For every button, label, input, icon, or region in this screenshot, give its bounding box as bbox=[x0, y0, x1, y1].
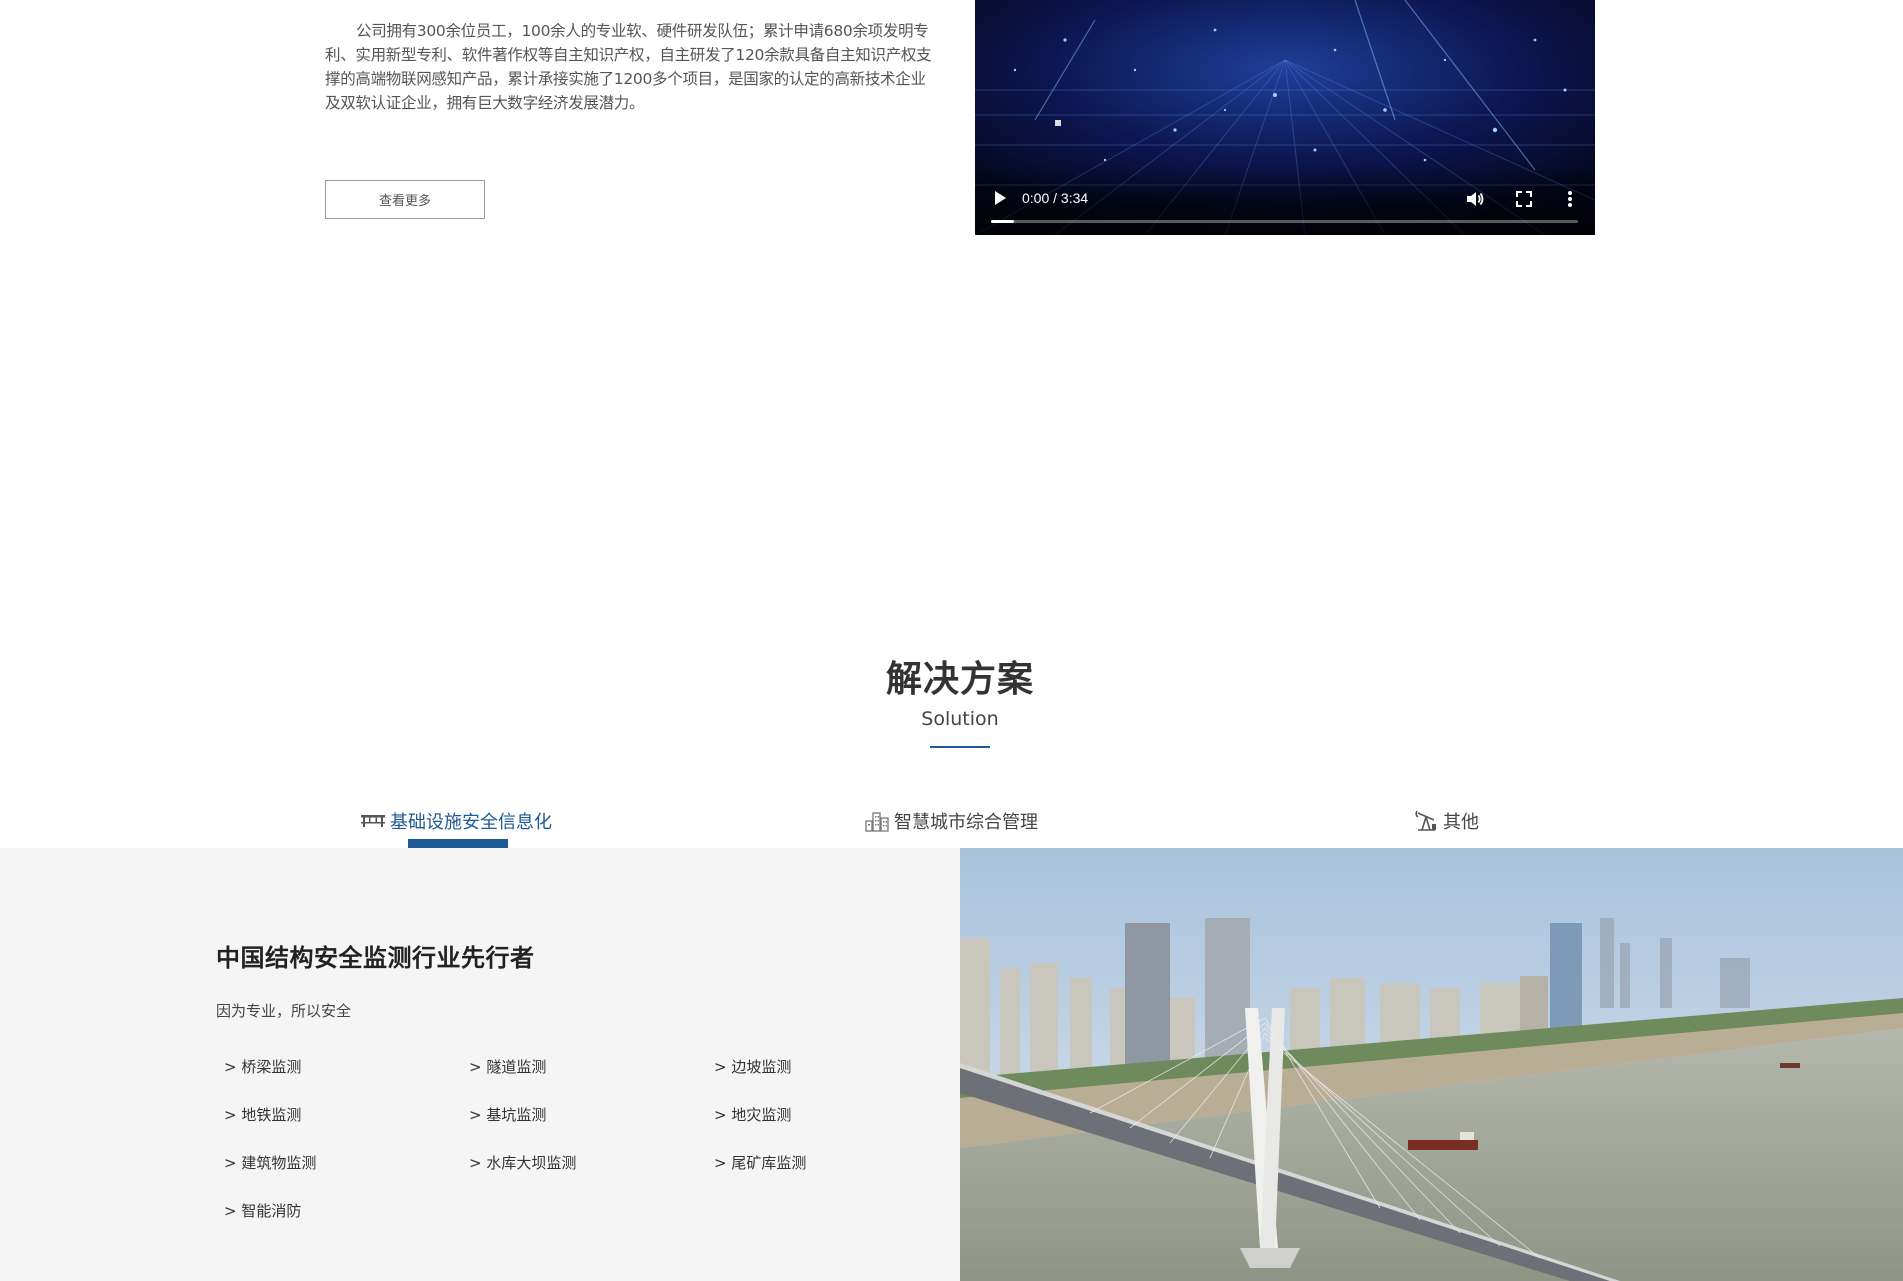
tab-smart-city[interactable]: 智慧城市综合管理 bbox=[864, 806, 1038, 836]
link-smart-fire-protection[interactable]: > 智能消防 bbox=[224, 1200, 469, 1222]
tab-smart-city-label: 智慧城市综合管理 bbox=[894, 812, 1038, 833]
more-options-icon[interactable] bbox=[1565, 189, 1575, 209]
link-tailings-monitoring[interactable]: > 尾矿库监测 bbox=[714, 1152, 959, 1174]
page: 公司拥有300余位员工，100余人的专业软、硬件研发队伍；累计申请680余项发明… bbox=[0, 0, 1903, 1281]
title-underline bbox=[930, 746, 990, 748]
link-slope-monitoring[interactable]: > 边坡监测 bbox=[714, 1056, 959, 1078]
fullscreen-icon[interactable] bbox=[1515, 190, 1533, 208]
link-bridge-monitoring[interactable]: > 桥梁监测 bbox=[224, 1056, 469, 1078]
link-building-monitoring[interactable]: > 建筑物监测 bbox=[224, 1152, 469, 1174]
link-dam-monitoring[interactable]: > 水库大坝监测 bbox=[469, 1152, 714, 1174]
video-progress-bar[interactable] bbox=[991, 220, 1578, 223]
section-title: 解决方案 bbox=[885, 659, 1034, 700]
play-icon[interactable] bbox=[993, 190, 1007, 206]
panel-tagline: 因为专业，所以安全 bbox=[216, 1002, 352, 1020]
tab-infrastructure[interactable]: 基础设施安全信息化 bbox=[360, 806, 552, 836]
video-time: 0:00 / 3:34 bbox=[1022, 190, 1089, 206]
city-buildings-icon bbox=[865, 812, 889, 832]
section-subtitle: Solution bbox=[921, 708, 999, 730]
about-description: 公司拥有300余位员工，100余人的专业软、硬件研发队伍；累计申请680余项发明… bbox=[325, 22, 932, 112]
link-foundation-pit-monitoring[interactable]: > 基坑监测 bbox=[469, 1104, 714, 1126]
solution-panel: 中国结构安全监测行业先行者 因为专业，所以安全 > 桥梁监测 > 隧道监测 > … bbox=[0, 848, 960, 1281]
video-player[interactable]: 0:00 / 3:34 bbox=[975, 0, 1595, 235]
monitoring-links: > 桥梁监测 > 隧道监测 > 边坡监测 > 地铁监测 > 基坑监测 > 地灾监… bbox=[224, 1056, 964, 1222]
tab-infrastructure-label: 基础设施安全信息化 bbox=[390, 812, 552, 833]
tab-other-label: 其他 bbox=[1443, 812, 1479, 833]
bridge-city-photo bbox=[960, 848, 1903, 1281]
view-more-button[interactable]: 查看更多 bbox=[325, 180, 485, 219]
cable-stayed-bridge-illustration bbox=[960, 848, 1903, 1281]
active-tab-indicator bbox=[408, 839, 508, 848]
oil-pump-icon bbox=[1415, 810, 1436, 831]
panel-heading: 中国结构安全监测行业先行者 bbox=[216, 944, 535, 972]
link-geohazard-monitoring[interactable]: > 地灾监测 bbox=[714, 1104, 959, 1126]
link-tunnel-monitoring[interactable]: > 隧道监测 bbox=[469, 1056, 714, 1078]
link-subway-monitoring[interactable]: > 地铁监测 bbox=[224, 1104, 469, 1126]
video-progress-fill bbox=[991, 220, 1015, 223]
volume-icon[interactable] bbox=[1465, 189, 1485, 209]
tab-other[interactable]: 其他 bbox=[1413, 806, 1479, 836]
video-controls: 0:00 / 3:34 bbox=[975, 165, 1595, 235]
bridge-icon bbox=[361, 815, 385, 827]
